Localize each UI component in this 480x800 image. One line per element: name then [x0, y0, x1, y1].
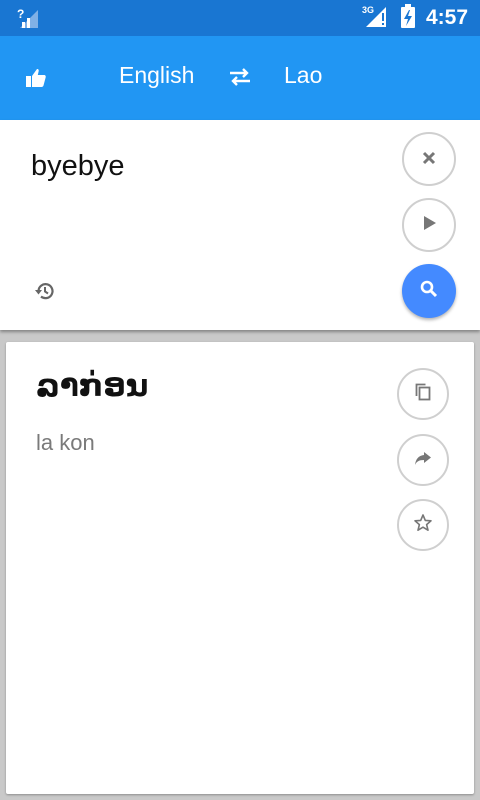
swap-arrows-icon[interactable] — [227, 64, 253, 90]
clear-button[interactable] — [402, 132, 456, 186]
app-bar: English Lao — [0, 36, 480, 120]
favorite-button[interactable] — [397, 499, 449, 551]
status-time: 4:57 — [425, 6, 468, 29]
signal-3g-icon: 3G — [362, 3, 390, 33]
battery-charging-icon — [400, 3, 416, 33]
translation-text: ລາກ່ອນ — [36, 368, 149, 404]
transliteration-text: la kon — [36, 430, 95, 455]
output-card: ລາກ່ອນ la kon — [6, 342, 474, 794]
copy-button[interactable] — [397, 368, 449, 420]
status-right: 3G 4:57 — [362, 0, 468, 36]
status-bar: ? 3G 4:57 — [0, 0, 480, 36]
search-icon — [420, 280, 438, 302]
input-card: byebye — [0, 120, 480, 330]
svg-text:?: ? — [17, 7, 24, 21]
input-text-field[interactable]: byebye — [31, 150, 125, 183]
play-icon — [421, 215, 437, 235]
play-button[interactable] — [402, 198, 456, 252]
copy-icon — [413, 382, 433, 406]
network-type-label: 3G — [362, 5, 374, 15]
signal-unknown-icon: ? — [16, 6, 40, 30]
share-icon — [413, 448, 433, 472]
star-icon — [413, 513, 433, 537]
share-button[interactable] — [397, 434, 449, 486]
target-language-button[interactable]: Lao — [284, 62, 322, 89]
search-button[interactable] — [402, 264, 456, 318]
source-language-button[interactable]: English — [119, 62, 194, 89]
thumbs-up-icon[interactable] — [24, 66, 48, 90]
history-icon[interactable] — [34, 280, 56, 302]
clear-icon — [422, 150, 436, 169]
